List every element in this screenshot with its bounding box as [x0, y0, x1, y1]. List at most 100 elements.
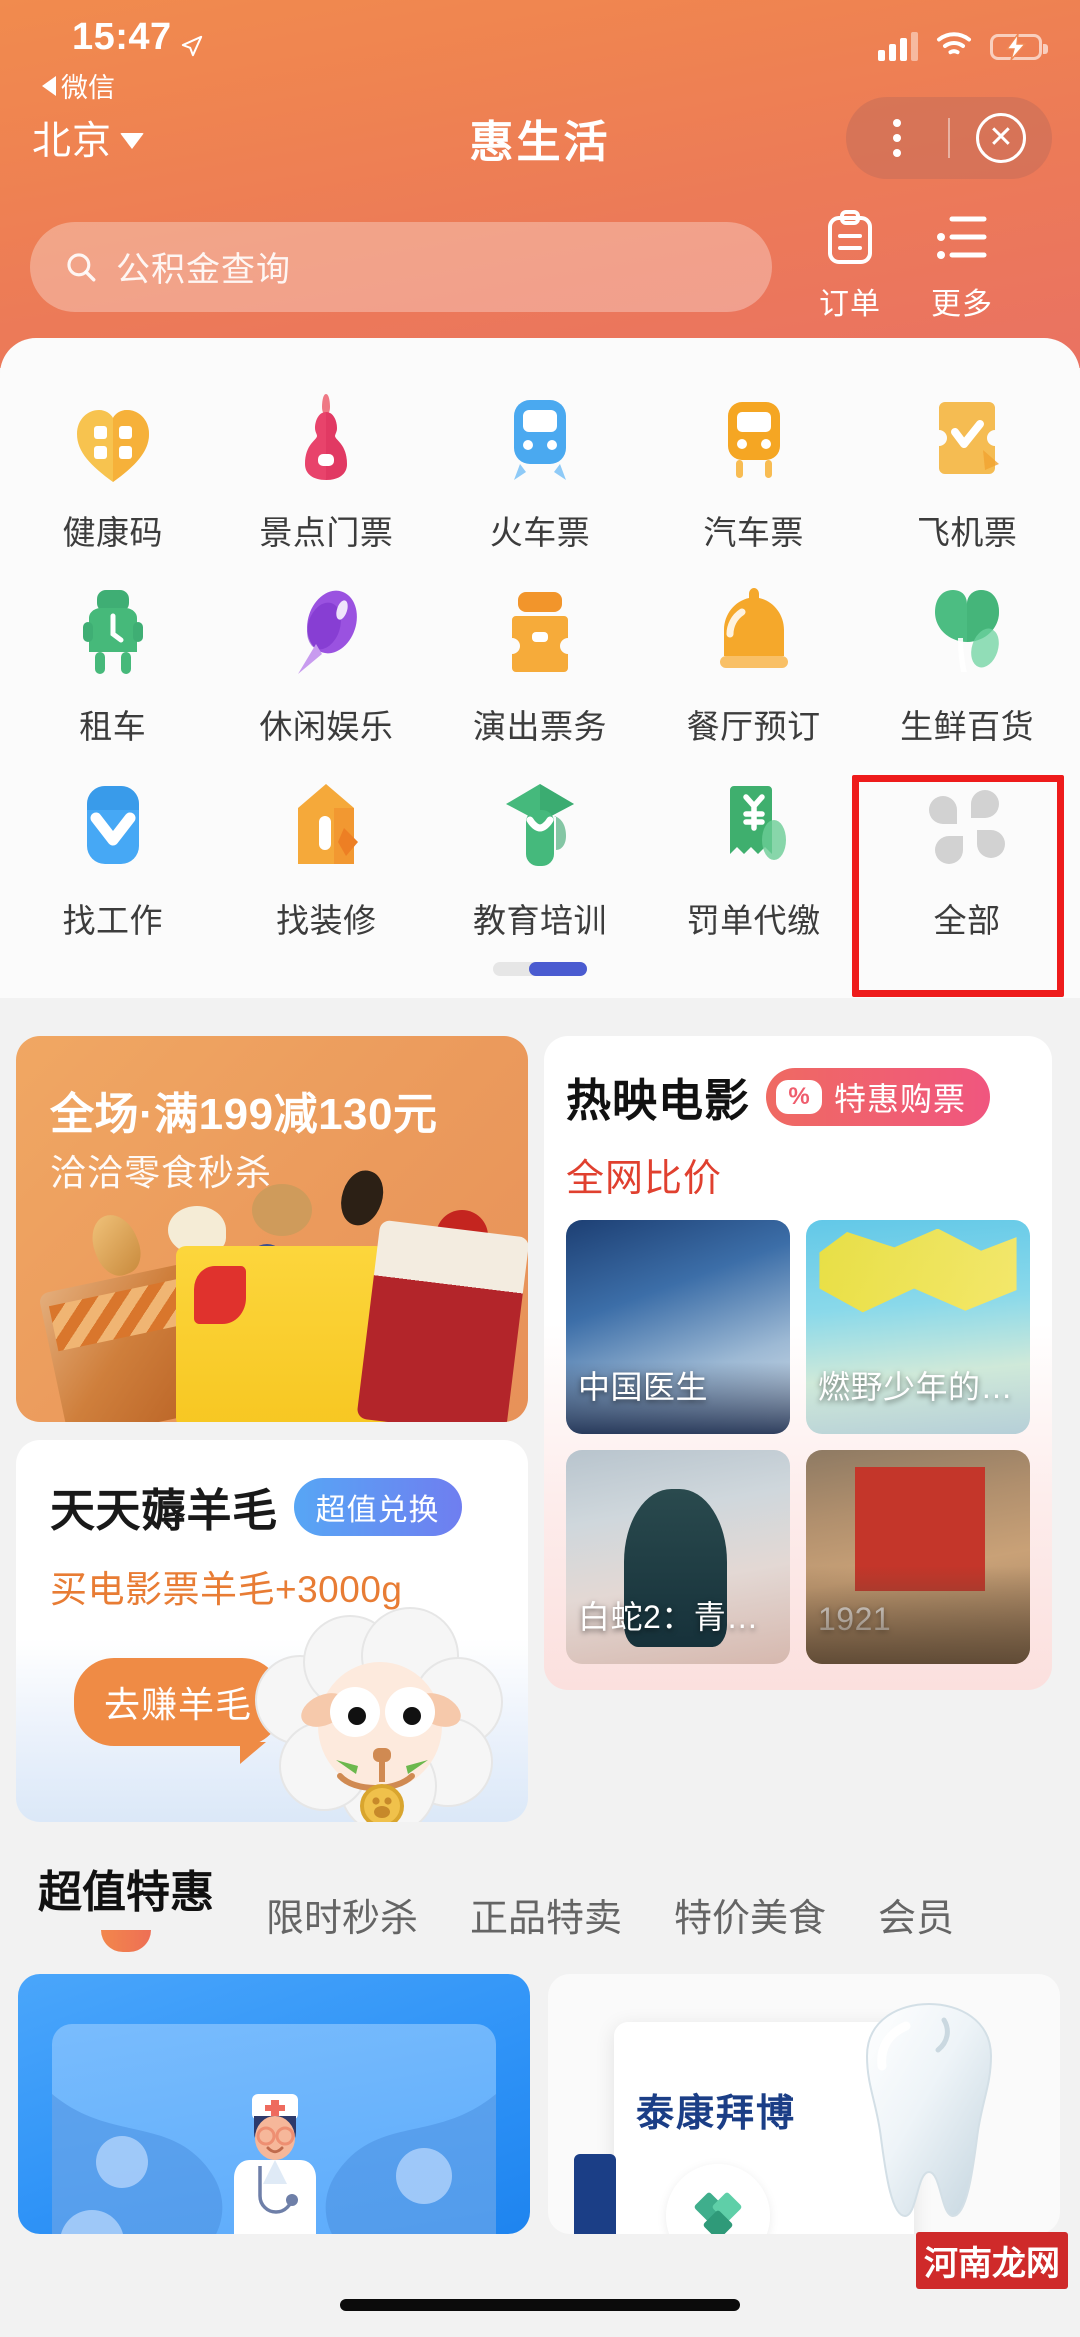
- grid-item-grocery[interactable]: 生鲜百货: [860, 566, 1074, 760]
- grid-page-indicator[interactable]: [0, 962, 1080, 998]
- status-bar: 15:47 微信: [0, 0, 1080, 103]
- grid-item-label: 教育培训: [472, 902, 607, 939]
- grid-item-entertainment[interactable]: 休闲娱乐: [220, 566, 434, 760]
- search-icon: [64, 250, 98, 284]
- doctor-illustration: [52, 2024, 496, 2234]
- tab-label: 特价美食: [674, 1898, 827, 1940]
- grid-item-education[interactable]: 教育培训: [433, 760, 647, 954]
- battery-charging-icon: [990, 33, 1048, 60]
- grid-item-all[interactable]: 全部: [860, 760, 1074, 954]
- tab-huiyuan[interactable]: 会员: [878, 1887, 954, 1952]
- search-row: 公积金查询 订单 更多: [0, 184, 1080, 323]
- nav-bar: 北京 惠生活 ✕: [0, 92, 1080, 184]
- grid-item-train-ticket[interactable]: 火车票: [433, 372, 647, 566]
- left-column: 全场·满199减130元 洽洽零食秒杀 天天薅羊毛 超值兑换 买电影票羊毛+30…: [16, 1036, 528, 1822]
- grid-item-label: 找装修: [276, 902, 377, 939]
- city-label: 北京: [32, 120, 113, 163]
- grid-item-label: 餐厅预订: [686, 708, 821, 745]
- product-cards-row: 泰康拜博: [0, 1952, 1080, 2234]
- car-rental-icon: [59, 580, 167, 684]
- tab-label: 超值特惠: [38, 1868, 214, 1917]
- grid-item-home-decor[interactable]: 找装修: [220, 760, 434, 954]
- movies-discount-badge[interactable]: % 特惠购票: [766, 1067, 991, 1126]
- grid-item-flight-ticket[interactable]: 飞机票: [860, 372, 1074, 566]
- percent-icon: %: [776, 1079, 823, 1114]
- movie-poster[interactable]: 白蛇2：青…: [566, 1450, 790, 1664]
- product-card-dental[interactable]: 泰康拜博: [548, 1974, 1060, 2234]
- grid-item-job-search[interactable]: 找工作: [6, 760, 220, 954]
- service-grid: 健康码 景点门票 火车票 汽车票 飞机票 租车 休闲娱乐 演出票务 餐厅预订 生…: [0, 372, 1080, 954]
- dental-navy-bar: [574, 2154, 616, 2234]
- movies-card-header: 热映电影 % 特惠购票: [566, 1064, 1030, 1129]
- more-label: 更多: [931, 288, 993, 321]
- tab-xianshi-miaosha[interactable]: 限时秒杀: [266, 1887, 418, 1952]
- content-area: 全场·满199减130元 洽洽零食秒杀 天天薅羊毛 超值兑换 买电影票羊毛+30…: [0, 1022, 1080, 2337]
- movie-poster[interactable]: 1921: [806, 1450, 1030, 1664]
- movie-poster[interactable]: 中国医生: [566, 1220, 790, 1434]
- list-menu-icon: [934, 210, 990, 273]
- grid-item-label: 罚单代缴: [686, 902, 821, 939]
- movies-card-subtitle: 全网比价: [566, 1158, 723, 1200]
- movie-poster[interactable]: 燃野少年的…: [806, 1220, 1030, 1434]
- grid-item-health-code[interactable]: 健康码: [6, 372, 220, 566]
- grid-item-fine-payment[interactable]: 罚单代缴: [647, 760, 861, 954]
- tab-chaozhi-tehui[interactable]: 超值特惠: [38, 1856, 214, 1952]
- grid-item-car-rental[interactable]: 租车: [6, 566, 220, 760]
- product-card-health[interactable]: [18, 1974, 530, 2234]
- movie-title: 1921: [818, 1601, 892, 1637]
- grid-item-label: 景点门票: [259, 514, 394, 551]
- grid-item-label: 飞机票: [916, 514, 1018, 551]
- category-tabs: 超值特惠 限时秒杀 正品特卖 特价美食 会员: [0, 1822, 1080, 1952]
- grid-item-label: 汽车票: [703, 514, 804, 551]
- page-indicator-track: [493, 962, 587, 976]
- movie-poster-grid: 中国医生 燃野少年的… 白蛇2：青… 1921: [566, 1220, 1030, 1664]
- more-button[interactable]: 更多: [906, 210, 1018, 323]
- right-column: 热映电影 % 特惠购票 全网比价 中国医生 燃野少年的… 白蛇2：青… 1921: [544, 1036, 1052, 1690]
- promo-card[interactable]: 全场·满199减130元 洽洽零食秒杀: [16, 1036, 528, 1422]
- restaurant-icon: [700, 580, 808, 684]
- movie-title: 燃野少年的…: [818, 1369, 1014, 1405]
- bus-ticket-icon: [700, 386, 808, 490]
- grid-item-restaurant[interactable]: 餐厅预订: [647, 566, 861, 760]
- sheep-card-header: 天天薅羊毛 超值兑换: [50, 1474, 528, 1539]
- more-dots-icon[interactable]: [846, 119, 948, 157]
- grid-item-label: 火车票: [489, 514, 591, 551]
- header-actions: 订单 更多: [794, 210, 1018, 323]
- search-placeholder: 公积金查询: [116, 251, 291, 289]
- movies-card[interactable]: 热映电影 % 特惠购票 全网比价 中国医生 燃野少年的… 白蛇2：青… 1921: [544, 1036, 1052, 1690]
- watermark: 河南龙网: [913, 2232, 1068, 2289]
- tab-label: 正品特卖: [470, 1898, 623, 1940]
- tab-zhengpin-temai[interactable]: 正品特卖: [470, 1887, 622, 1952]
- education-icon: [486, 774, 594, 878]
- grid-item-label: 休闲娱乐: [259, 708, 394, 745]
- city-selector[interactable]: 北京: [32, 110, 145, 166]
- active-tab-indicator: [101, 1930, 151, 1952]
- page-indicator-thumb: [529, 962, 587, 976]
- train-ticket-icon: [486, 386, 594, 490]
- health-code-icon: [59, 386, 167, 490]
- flight-ticket-icon: [913, 386, 1021, 490]
- tab-tejia-meishi[interactable]: 特价美食: [674, 1887, 826, 1952]
- grid-item-label: 全部: [933, 902, 1001, 939]
- location-arrow-icon: [181, 26, 203, 57]
- grid-item-show-ticket[interactable]: 演出票务: [433, 566, 647, 760]
- tab-label: 会员: [878, 1898, 955, 1940]
- orders-label: 订单: [819, 288, 881, 321]
- cartoon-sheep-image: [240, 1590, 510, 1822]
- grid-item-attraction-ticket[interactable]: 景点门票: [220, 372, 434, 566]
- sheep-card-title: 天天薅羊毛: [50, 1485, 278, 1536]
- search-input[interactable]: 公积金查询: [30, 221, 772, 312]
- dental-logo: [666, 2164, 770, 2234]
- movie-title: 中国医生: [578, 1369, 709, 1405]
- movie-title: 白蛇2：青…: [578, 1599, 759, 1635]
- close-circle-icon[interactable]: ✕: [950, 113, 1052, 163]
- show-ticket-icon: [486, 580, 594, 684]
- grid-item-label: 演出票务: [472, 708, 607, 745]
- orders-button[interactable]: 订单: [794, 210, 906, 323]
- signal-bars-icon: [878, 31, 918, 61]
- status-bar-time-group: 15:47: [72, 18, 203, 57]
- all-clover-icon: [913, 774, 1021, 878]
- grid-item-bus-ticket[interactable]: 汽车票: [647, 372, 861, 566]
- sheep-card[interactable]: 天天薅羊毛 超值兑换 买电影票羊毛+3000g 去赚羊毛: [16, 1440, 528, 1822]
- clipboard-icon: [824, 210, 876, 273]
